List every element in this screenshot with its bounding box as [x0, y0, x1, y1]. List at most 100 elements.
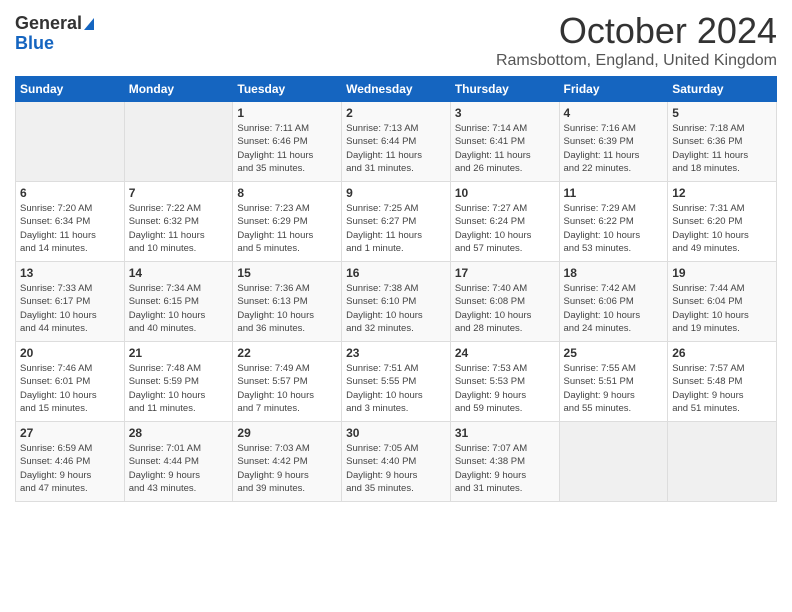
day-number: 14 — [129, 266, 229, 280]
table-row: 7 Sunrise: 7:22 AM Sunset: 6:32 PM Daylig… — [124, 182, 233, 262]
day-number: 12 — [672, 186, 772, 200]
day-number: 9 — [346, 186, 446, 200]
day-number: 18 — [564, 266, 664, 280]
table-row: 21 Sunrise: 7:48 AM Sunset: 5:59 PM Dayli… — [124, 342, 233, 422]
day-number: 19 — [672, 266, 772, 280]
calendar-week-row: 20 Sunrise: 7:46 AM Sunset: 6:01 PM Dayli… — [16, 342, 777, 422]
calendar-week-row: 27Sunrise: 6:59 AM Sunset: 4:46 PM Dayli… — [16, 422, 777, 502]
calendar-table: Sunday Monday Tuesday Wednesday Thursday… — [15, 76, 777, 502]
table-row: 11Sunrise: 7:29 AM Sunset: 6:22 PM Dayli… — [559, 182, 668, 262]
day-detail: Sunrise: 7:13 AM Sunset: 6:44 PM Dayligh… — [346, 122, 446, 175]
table-row — [124, 102, 233, 182]
day-number: 8 — [237, 186, 337, 200]
day-detail: Sunrise: 7:46 AM Sunset: 6:01 PM Dayligh… — [20, 362, 120, 415]
table-row: 28 Sunrise: 7:01 AM Sunset: 4:44 PM Dayli… — [124, 422, 233, 502]
table-row: 1 Sunrise: 7:11 AM Sunset: 6:46 PM Daylig… — [233, 102, 342, 182]
header-wednesday: Wednesday — [342, 77, 451, 102]
table-row: 12 Sunrise: 7:31 AM Sunset: 6:20 PM Dayli… — [668, 182, 777, 262]
day-number: 13 — [20, 266, 120, 280]
header-saturday: Saturday — [668, 77, 777, 102]
calendar-header-row: Sunday Monday Tuesday Wednesday Thursday… — [16, 77, 777, 102]
table-row: 5 Sunrise: 7:18 AM Sunset: 6:36 PM Daylig… — [668, 102, 777, 182]
day-number: 2 — [346, 106, 446, 120]
logo-arrow-icon — [84, 18, 94, 30]
title-area: October 2024 Ramsbottom, England, United… — [496, 10, 777, 70]
table-row: 14 Sunrise: 7:34 AM Sunset: 6:15 PM Dayli… — [124, 262, 233, 342]
day-detail: Sunrise: 7:44 AM Sunset: 6:04 PM Dayligh… — [672, 282, 772, 335]
header: General Blue October 2024 Ramsbottom, En… — [15, 10, 777, 70]
table-row: 31Sunrise: 7:07 AM Sunset: 4:38 PM Dayli… — [450, 422, 559, 502]
day-detail: Sunrise: 7:23 AM Sunset: 6:29 PM Dayligh… — [237, 202, 337, 255]
day-number: 26 — [672, 346, 772, 360]
day-detail: Sunrise: 7:53 AM Sunset: 5:53 PM Dayligh… — [455, 362, 555, 415]
day-number: 22 — [237, 346, 337, 360]
day-number: 20 — [20, 346, 120, 360]
day-detail: Sunrise: 7:34 AM Sunset: 6:15 PM Dayligh… — [129, 282, 229, 335]
day-number: 23 — [346, 346, 446, 360]
logo: General Blue — [15, 10, 94, 54]
table-row: 9Sunrise: 7:25 AM Sunset: 6:27 PM Daylig… — [342, 182, 451, 262]
table-row: 4Sunrise: 7:16 AM Sunset: 6:39 PM Daylig… — [559, 102, 668, 182]
table-row: 17 Sunrise: 7:40 AM Sunset: 6:08 PM Dayli… — [450, 262, 559, 342]
table-row: 15 Sunrise: 7:36 AM Sunset: 6:13 PM Dayli… — [233, 262, 342, 342]
day-detail: Sunrise: 7:55 AM Sunset: 5:51 PM Dayligh… — [564, 362, 664, 415]
day-detail: Sunrise: 7:38 AM Sunset: 6:10 PM Dayligh… — [346, 282, 446, 335]
day-number: 4 — [564, 106, 664, 120]
table-row: 29Sunrise: 7:03 AM Sunset: 4:42 PM Dayli… — [233, 422, 342, 502]
day-detail: Sunrise: 7:31 AM Sunset: 6:20 PM Dayligh… — [672, 202, 772, 255]
table-row — [668, 422, 777, 502]
day-detail: Sunrise: 7:27 AM Sunset: 6:24 PM Dayligh… — [455, 202, 555, 255]
day-detail: Sunrise: 7:29 AM Sunset: 6:22 PM Dayligh… — [564, 202, 664, 255]
day-detail: Sunrise: 7:22 AM Sunset: 6:32 PM Dayligh… — [129, 202, 229, 255]
header-sunday: Sunday — [16, 77, 125, 102]
header-friday: Friday — [559, 77, 668, 102]
day-detail: Sunrise: 7:11 AM Sunset: 6:46 PM Dayligh… — [237, 122, 337, 175]
day-number: 29 — [237, 426, 337, 440]
table-row: 3Sunrise: 7:14 AM Sunset: 6:41 PM Daylig… — [450, 102, 559, 182]
day-number: 6 — [20, 186, 120, 200]
table-row — [559, 422, 668, 502]
header-thursday: Thursday — [450, 77, 559, 102]
day-detail: Sunrise: 7:40 AM Sunset: 6:08 PM Dayligh… — [455, 282, 555, 335]
table-row: 20 Sunrise: 7:46 AM Sunset: 6:01 PM Dayli… — [16, 342, 125, 422]
day-number: 5 — [672, 106, 772, 120]
calendar-week-row: 6 Sunrise: 7:20 AM Sunset: 6:34 PM Daylig… — [16, 182, 777, 262]
day-detail: Sunrise: 7:14 AM Sunset: 6:41 PM Dayligh… — [455, 122, 555, 175]
day-number: 16 — [346, 266, 446, 280]
header-tuesday: Tuesday — [233, 77, 342, 102]
day-number: 15 — [237, 266, 337, 280]
day-number: 17 — [455, 266, 555, 280]
table-row: 23Sunrise: 7:51 AM Sunset: 5:55 PM Dayli… — [342, 342, 451, 422]
calendar-week-row: 1 Sunrise: 7:11 AM Sunset: 6:46 PM Daylig… — [16, 102, 777, 182]
table-row: 19 Sunrise: 7:44 AM Sunset: 6:04 PM Dayli… — [668, 262, 777, 342]
day-detail: Sunrise: 7:01 AM Sunset: 4:44 PM Dayligh… — [129, 442, 229, 495]
day-detail: Sunrise: 7:57 AM Sunset: 5:48 PM Dayligh… — [672, 362, 772, 415]
day-number: 24 — [455, 346, 555, 360]
day-detail: Sunrise: 7:18 AM Sunset: 6:36 PM Dayligh… — [672, 122, 772, 175]
table-row: 18Sunrise: 7:42 AM Sunset: 6:06 PM Dayli… — [559, 262, 668, 342]
table-row — [16, 102, 125, 182]
day-detail: Sunrise: 7:05 AM Sunset: 4:40 PM Dayligh… — [346, 442, 446, 495]
day-number: 10 — [455, 186, 555, 200]
table-row: 2 Sunrise: 7:13 AM Sunset: 6:44 PM Daylig… — [342, 102, 451, 182]
calendar-week-row: 13Sunrise: 7:33 AM Sunset: 6:17 PM Dayli… — [16, 262, 777, 342]
day-detail: Sunrise: 7:20 AM Sunset: 6:34 PM Dayligh… — [20, 202, 120, 255]
day-number: 21 — [129, 346, 229, 360]
table-row: 22 Sunrise: 7:49 AM Sunset: 5:57 PM Dayli… — [233, 342, 342, 422]
table-row: 13Sunrise: 7:33 AM Sunset: 6:17 PM Dayli… — [16, 262, 125, 342]
logo-text-general: General — [15, 14, 82, 34]
table-row: 25Sunrise: 7:55 AM Sunset: 5:51 PM Dayli… — [559, 342, 668, 422]
table-row: 8 Sunrise: 7:23 AM Sunset: 6:29 PM Daylig… — [233, 182, 342, 262]
day-number: 7 — [129, 186, 229, 200]
table-row: 30 Sunrise: 7:05 AM Sunset: 4:40 PM Dayli… — [342, 422, 451, 502]
day-detail: Sunrise: 7:36 AM Sunset: 6:13 PM Dayligh… — [237, 282, 337, 335]
table-row: 6 Sunrise: 7:20 AM Sunset: 6:34 PM Daylig… — [16, 182, 125, 262]
day-number: 30 — [346, 426, 446, 440]
day-detail: Sunrise: 7:49 AM Sunset: 5:57 PM Dayligh… — [237, 362, 337, 415]
day-detail: Sunrise: 6:59 AM Sunset: 4:46 PM Dayligh… — [20, 442, 120, 495]
day-number: 1 — [237, 106, 337, 120]
day-detail: Sunrise: 7:48 AM Sunset: 5:59 PM Dayligh… — [129, 362, 229, 415]
table-row: 27Sunrise: 6:59 AM Sunset: 4:46 PM Dayli… — [16, 422, 125, 502]
header-monday: Monday — [124, 77, 233, 102]
day-number: 28 — [129, 426, 229, 440]
